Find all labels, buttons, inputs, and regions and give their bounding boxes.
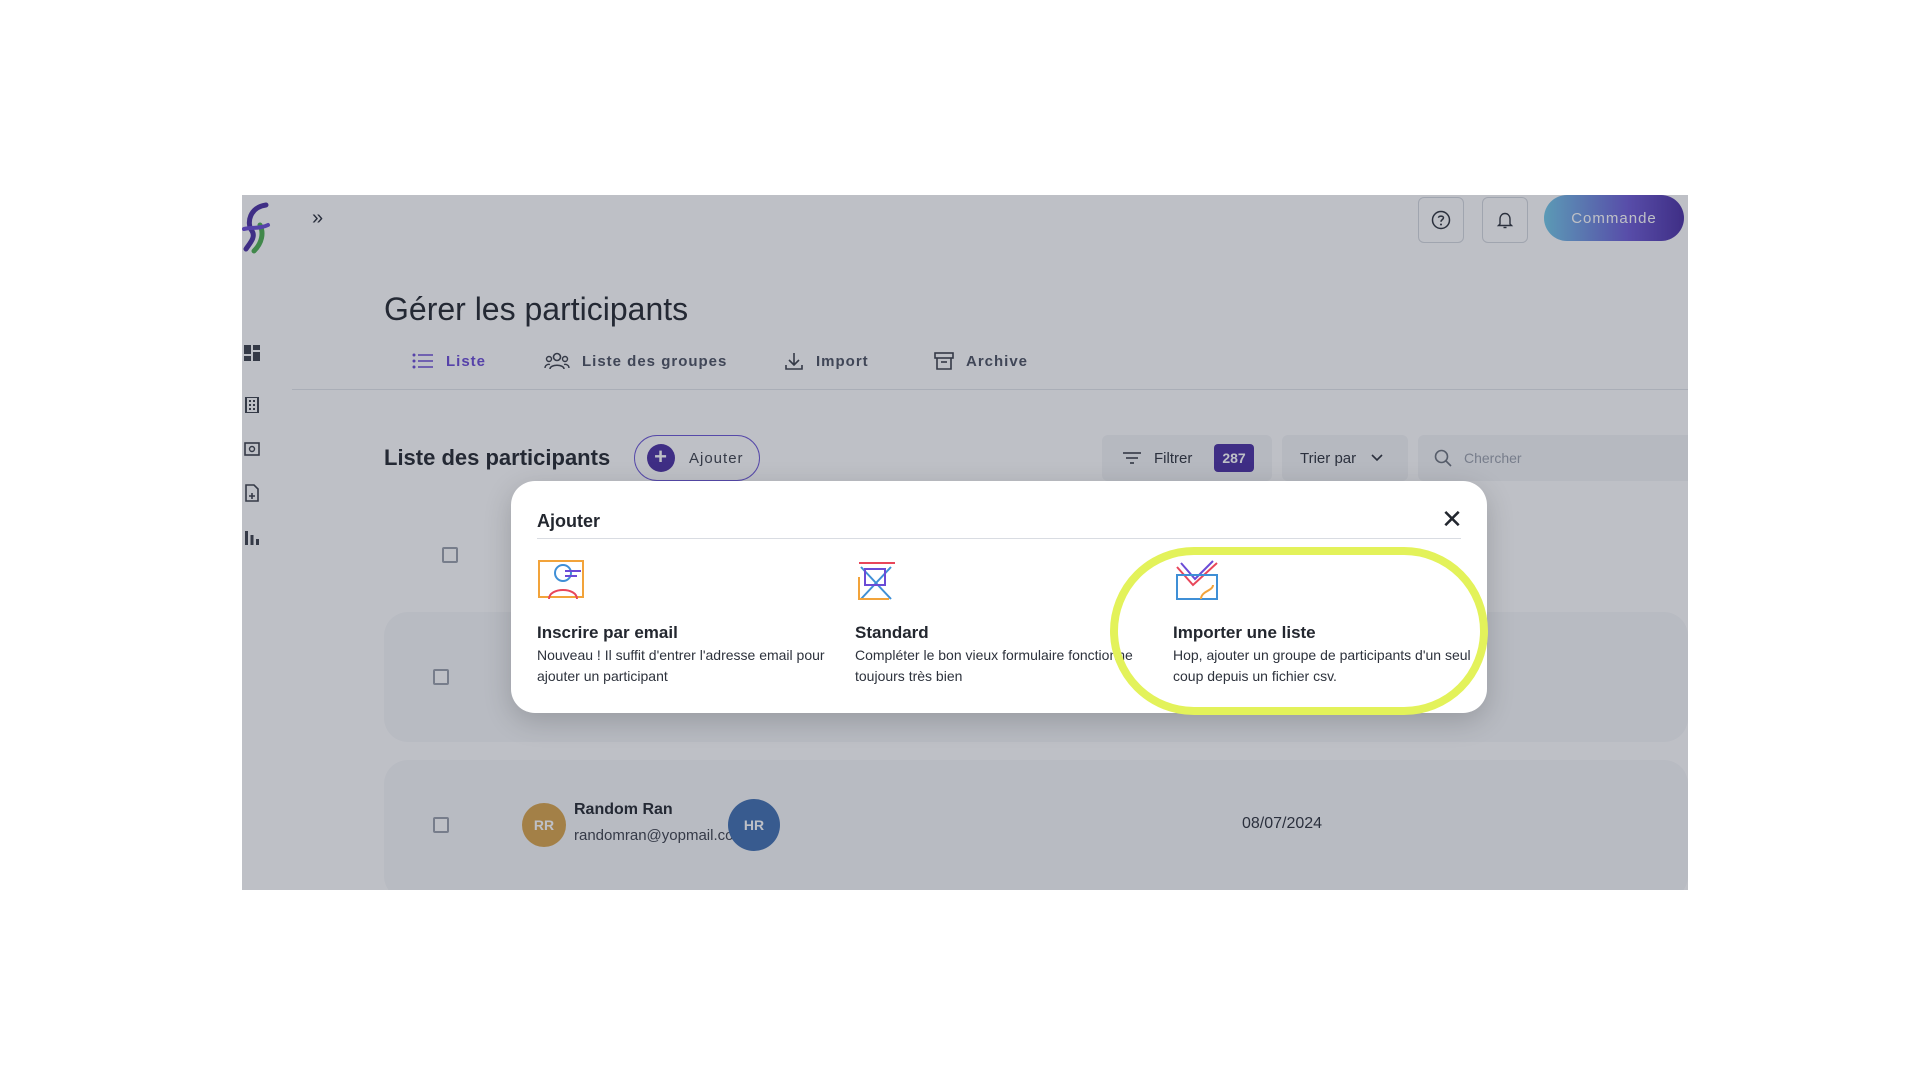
option-title: Standard <box>855 623 929 642</box>
option-description: Nouveau ! Il suffit d'entrer l'adresse e… <box>537 647 825 684</box>
standard-form-icon <box>858 562 895 600</box>
option-description: Compléter le bon vieux formulaire foncti… <box>855 647 1133 684</box>
email-invite-icon <box>538 560 584 600</box>
close-icon[interactable]: ✕ <box>1439 506 1465 533</box>
modal-title: Ajouter <box>537 511 600 531</box>
option-email-invite[interactable]: Inscrire par email Nouveau ! Il suffit d… <box>537 559 837 699</box>
option-title: Inscrire par email <box>537 623 678 642</box>
app-window: » Commande Gérer les participants Liste … <box>242 195 1688 890</box>
highlight-ring <box>1110 547 1488 715</box>
modal-divider <box>537 538 1461 539</box>
